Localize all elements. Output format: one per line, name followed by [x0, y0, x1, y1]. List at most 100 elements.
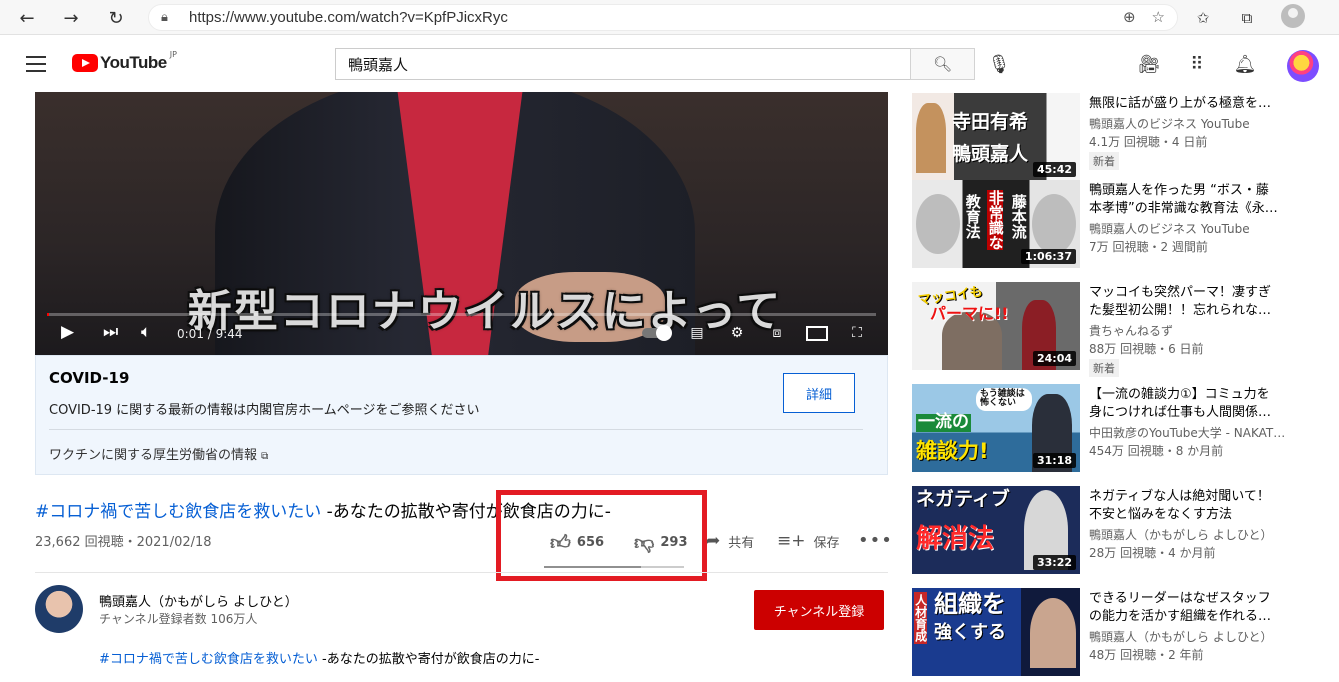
- recommendation-meta: 88万 回視聴・6 日前: [1089, 342, 1204, 356]
- microphone-icon[interactable]: 🎙︎: [987, 52, 1011, 76]
- favorite-add-icon[interactable]: ☆: [1152, 8, 1165, 26]
- description-hashtag[interactable]: #コロナ禍で苦しむ飲食店を救いたい: [99, 652, 318, 667]
- video-player[interactable]: 新型コロナウイルスによって ▶ ⏭︎ 🔈︎ 0:01 / 9:44 ▤ ⚙ ⧈ …: [35, 92, 888, 355]
- youtube-logo[interactable]: YouTube JP: [72, 50, 177, 73]
- notifications-bell-icon[interactable]: 🔔︎: [1233, 52, 1257, 76]
- recommendation-title[interactable]: 無限に話が盛り上がる極意を…: [1089, 95, 1319, 113]
- autoplay-toggle[interactable]: [642, 325, 672, 341]
- recommendation-thumbnail[interactable]: ネガティブ 解消法 33:22: [912, 486, 1080, 574]
- forward-arrow-icon[interactable]: →: [58, 5, 84, 31]
- recommendation-meta: 7万 回視聴・2 週間前: [1089, 240, 1208, 254]
- apps-grid-icon[interactable]: ⠿: [1185, 52, 1209, 76]
- recommendation-title[interactable]: 【一流の雑談力①】コミュ力を: [1089, 386, 1319, 404]
- channel-name[interactable]: 鴨頭嘉人（かもがしら よしひと）: [99, 591, 298, 610]
- video-duration: 33:22: [1032, 555, 1076, 570]
- settings-gear-icon[interactable]: ⚙: [726, 325, 748, 341]
- covid-title: COVID-19: [49, 369, 130, 387]
- recommendation-title-line2[interactable]: た髪型初公開！！忘れられな…: [1089, 302, 1319, 320]
- menu-icon[interactable]: [26, 56, 46, 72]
- recommendation-item[interactable]: もう雑談は怖くない 一流の 雑談力! 31:18 【一流の雑談力①】コミュ力を …: [912, 384, 1322, 478]
- recommendation-title[interactable]: できるリーダーはなぜスタッフ: [1089, 590, 1319, 608]
- next-icon[interactable]: ⏭︎: [103, 322, 118, 342]
- section-divider: [35, 572, 888, 573]
- zoom-add-icon[interactable]: ⊕: [1123, 8, 1136, 26]
- recommendation-thumbnail[interactable]: 人材育成 組織を 強くする: [912, 588, 1080, 676]
- covid-divider: [49, 429, 863, 430]
- video-duration: 1:06:37: [1020, 249, 1076, 264]
- share-label: 共有: [728, 535, 755, 551]
- recommendation-title-line2[interactable]: 本孝博”の非常識な教育法《永…: [1089, 200, 1319, 218]
- recommendation-thumbnail[interactable]: マッコイも パーマに!! 24:04: [912, 282, 1080, 370]
- search-query[interactable]: 鴨頭嘉人: [348, 54, 408, 75]
- recommendation-meta: 28万 回視聴・4 か月前: [1089, 546, 1216, 560]
- vaccine-info-link-text[interactable]: ワクチンに関する厚生労働省の情報: [49, 448, 257, 463]
- subscribe-button[interactable]: チャンネル登録: [754, 590, 884, 630]
- create-video-icon[interactable]: 🎥︎: [1137, 52, 1161, 76]
- thumbnail-text: 人材育成: [913, 592, 928, 644]
- save-label: 保存: [813, 535, 840, 551]
- thumbnail-text: 教育法: [963, 194, 982, 239]
- address-bar[interactable]: 🔒︎ https://www.youtube.com/watch?v=KpfPJ…: [148, 4, 1178, 31]
- thumbnail-text: 雑談力!: [916, 439, 989, 463]
- reload-icon[interactable]: ↻: [103, 5, 129, 31]
- recommendation-title-line2[interactable]: の能力を活かす組織を作れる…: [1089, 608, 1319, 626]
- thumbnail-text: 鴨頭嘉人: [952, 143, 1029, 165]
- collections-icon[interactable]: ⧉: [1234, 6, 1260, 30]
- fullscreen-icon[interactable]: ⛶: [846, 325, 868, 341]
- theater-mode-icon[interactable]: [806, 325, 828, 341]
- search-input[interactable]: 鴨頭嘉人: [335, 48, 911, 80]
- search-icon: 🔍︎: [932, 55, 953, 73]
- recommendation-item[interactable]: 教育法 非常識な 藤本流 1:06:37 鴨頭嘉人を作った男 “ボス・藤 本孝博…: [912, 180, 1322, 274]
- description-rest: -あなたの拡散や寄付が飲食店の力に-: [317, 652, 540, 667]
- user-avatar[interactable]: [1287, 50, 1319, 82]
- progress-fill: [47, 313, 49, 316]
- youtube-play-logo-icon: [72, 54, 98, 72]
- thumbnail-text: ネガティブ: [916, 488, 1010, 510]
- more-actions-icon[interactable]: •••: [858, 530, 893, 551]
- share-button[interactable]: ➦ 共有: [706, 531, 754, 551]
- recommendation-thumbnail[interactable]: 寺田有希 鴨頭嘉人 45:42: [912, 93, 1080, 181]
- recommendation-thumbnail[interactable]: 教育法 非常識な 藤本流 1:06:37: [912, 180, 1080, 268]
- thumbnail-text: 藤本流: [1009, 194, 1028, 239]
- favorites-icon[interactable]: ✩: [1190, 6, 1216, 30]
- recommendation-title[interactable]: 鴨頭嘉人を作った男 “ボス・藤: [1089, 182, 1319, 200]
- back-arrow-icon[interactable]: ←: [14, 5, 40, 31]
- new-badge: 新着: [1089, 152, 1119, 170]
- recommendation-item[interactable]: ネガティブ 解消法 33:22 ネガティブな人は絶対聞いて！ 不安と悩みをなくす…: [912, 486, 1322, 580]
- thumbnail-text: 寺田有希: [952, 111, 1029, 133]
- covid-details-button[interactable]: 詳細: [783, 373, 855, 413]
- lock-icon: 🔒︎: [161, 10, 168, 25]
- recommendation-meta: 454万 回視聴・8 か月前: [1089, 444, 1224, 458]
- recommendation-title[interactable]: ネガティブな人は絶対聞いて！: [1089, 488, 1319, 506]
- covid-description: COVID-19 に関する最新の情報は内閣官房ホームページをご参照ください: [49, 403, 480, 418]
- video-duration: 24:04: [1032, 351, 1076, 366]
- recommendation-channel: 鴨頭嘉人（かもがしら よしひと）: [1089, 630, 1273, 644]
- browser-profile-icon[interactable]: [1281, 4, 1305, 28]
- recommendation-thumbnail[interactable]: もう雑談は怖くない 一流の 雑談力! 31:18: [912, 384, 1080, 472]
- subtitles-icon[interactable]: ▤: [686, 325, 708, 341]
- channel-subscriber-count: チャンネル登録者数 106万人: [99, 612, 258, 626]
- url-text[interactable]: https://www.youtube.com/watch?v=KpfPJicx…: [189, 9, 508, 26]
- recommendation-title-line2[interactable]: 身につければ仕事も人間関係…: [1089, 404, 1319, 422]
- thumbnail-text: もう雑談は怖くない: [976, 388, 1032, 411]
- search-button[interactable]: 🔍︎: [910, 48, 975, 80]
- covid-info-panel: COVID-19 COVID-19 に関する最新の情報は内閣官房ホームページをご…: [35, 355, 888, 475]
- title-hashtag[interactable]: #コロナ禍で苦しむ飲食店を救いたい: [35, 502, 321, 522]
- view-stats: 23,662 回視聴・2021/02/18: [35, 535, 212, 550]
- play-icon[interactable]: ▶: [61, 322, 74, 342]
- recommendation-item[interactable]: マッコイも パーマに!! 24:04 マッコイも突然パーマ！凄すぎ た髪型初公開…: [912, 282, 1322, 377]
- thumbnail-text: パーマに!!: [930, 304, 1009, 323]
- save-button[interactable]: ≡+ 保存: [777, 531, 840, 551]
- channel-avatar[interactable]: [35, 585, 83, 633]
- playlist-add-icon: ≡+: [777, 531, 806, 551]
- recommendation-title[interactable]: マッコイも突然パーマ！凄すぎ: [1089, 284, 1319, 302]
- recommendation-title-line2[interactable]: 不安と悩みをなくす方法: [1089, 506, 1319, 524]
- vaccine-info-link[interactable]: ワクチンに関する厚生労働省の情報 ⧉: [49, 444, 268, 463]
- progress-bar[interactable]: [47, 313, 876, 316]
- miniplayer-icon[interactable]: ⧈: [766, 325, 788, 341]
- video-duration: 45:42: [1032, 162, 1076, 177]
- recommendation-item[interactable]: 人材育成 組織を 強くする できるリーダーはなぜスタッフ の能力を活かす組織を作…: [912, 588, 1322, 682]
- volume-icon[interactable]: 🔈︎: [141, 322, 151, 342]
- recommendation-item[interactable]: 寺田有希 鴨頭嘉人 45:42 無限に話が盛り上がる極意を… 鴨頭嘉人のビジネス…: [912, 93, 1322, 187]
- new-badge: 新着: [1089, 359, 1119, 377]
